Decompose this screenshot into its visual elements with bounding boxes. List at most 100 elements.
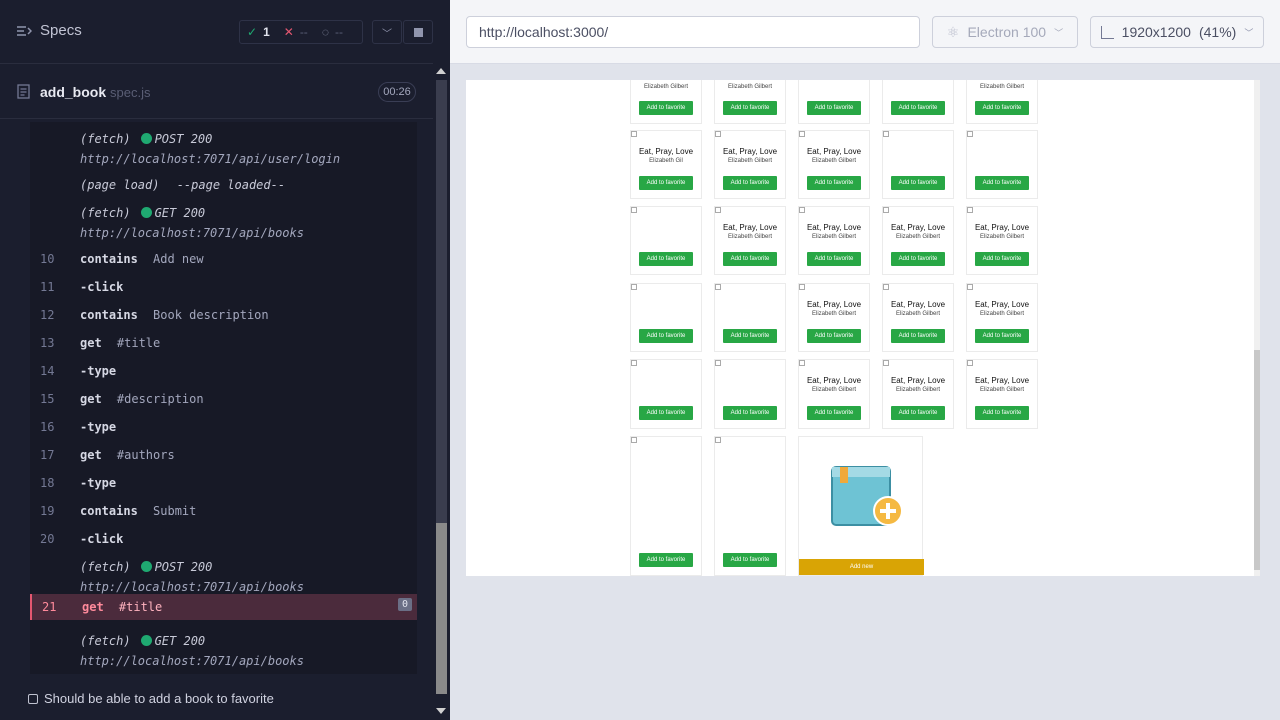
add-to-favorite-button[interactable]: Add to favorite [639,329,693,343]
command-row-active[interactable]: 21 get #title 0 [30,594,417,620]
add-to-favorite-button[interactable]: Add to favorite [639,101,693,115]
add-new-card: Add new [798,436,924,576]
add-to-favorite-button[interactable]: Add to favorite [723,329,777,343]
book-title: Eat, Pray, Love [806,223,862,232]
add-to-favorite-button[interactable]: Add to favorite [807,252,861,266]
add-to-favorite-button[interactable]: Add to favorite [891,101,945,115]
browser-selector[interactable]: ⚛ Electron 100 ﹀ [932,16,1078,48]
add-to-favorite-button[interactable]: Add to favorite [723,252,777,266]
add-to-favorite-button[interactable]: Add to favorite [807,176,861,190]
fetch-log-entry[interactable]: (fetch) POST 200 http://localhost:7071/api… [80,560,304,594]
add-to-favorite-button[interactable]: Add to favorite [891,252,945,266]
book-card: Eat, Pray, Love Elizabeth Gilbert Add to f… [966,206,1038,275]
add-to-favorite-button[interactable]: Add to favorite [975,101,1029,115]
add-to-favorite-button[interactable]: Add to favorite [639,553,693,567]
add-to-favorite-button[interactable]: Add to favorite [723,176,777,190]
command-row[interactable]: 14 -type [30,364,417,380]
add-to-favorite-button[interactable]: Add to favorite [891,176,945,190]
app-scrollbar-thumb[interactable] [1254,350,1260,570]
viewport-selector[interactable]: 1920x1200 (41%) ﹀ [1090,16,1264,48]
scroll-down-icon[interactable] [436,708,446,714]
command-row[interactable]: 20 -click [30,532,417,548]
command-row[interactable]: 19 contains Submit [30,504,417,520]
add-to-favorite-button[interactable]: Add to favorite [807,101,861,115]
book-card: Add to favorite [798,80,870,124]
add-to-favorite-button[interactable]: Add to favorite [807,406,861,420]
command-name: -type [80,420,117,434]
add-to-favorite-button[interactable]: Add to favorite [891,406,945,420]
add-to-favorite-button[interactable]: Add to favorite [723,553,777,567]
command-name: get #title [80,336,161,350]
command-row[interactable]: 12 contains Book description [30,308,417,324]
test-title[interactable]: Should be able to add a book to favorite [28,691,274,706]
add-to-favorite-button[interactable]: Add to favorite [723,101,777,115]
fetch-log-entry[interactable]: (fetch) GET 200 http://localhost:7071/api/… [80,634,304,668]
command-message: Book description [145,308,269,322]
add-to-favorite-button[interactable]: Add to favorite [891,329,945,343]
book-author: Elizabeth Gilbert [727,84,773,90]
test-title-label: Should be able to add a book to favorite [44,691,274,706]
add-to-favorite-button[interactable]: Add to favorite [807,329,861,343]
broken-image-icon [883,131,889,137]
browser-label: Electron 100 [967,24,1047,40]
chevron-down-icon: ﹀ [1244,27,1254,38]
book-author: Elizabeth Gilbert [979,84,1025,90]
book-author: Elizabeth Gilbert [727,234,773,240]
scrollbar-thumb[interactable] [436,523,447,694]
command-row[interactable]: 16 -type [30,420,417,436]
command-message: #title [109,336,161,350]
stop-button[interactable] [403,20,433,44]
expand-button[interactable]: ﹀ [372,20,402,44]
command-row[interactable]: 13 get #title [30,336,417,352]
app-scrollbar[interactable] [1254,80,1260,576]
status-dot-icon [140,635,152,646]
book-card: Add to favorite [882,130,954,199]
add-new-button[interactable]: Add new [799,559,924,575]
fetch-status: GET 200 [154,634,206,648]
book-author: Elizabeth Gilbert [811,387,857,393]
broken-image-icon [631,284,637,290]
book-author: Elizabeth Gilbert [727,158,773,164]
spec-file: spec.js [110,85,151,100]
specs-button[interactable]: Specs [16,22,82,39]
add-to-favorite-button[interactable]: Add to favorite [975,406,1029,420]
fetch-label: (fetch) [80,206,131,220]
fetch-log-entry[interactable]: (fetch) GET 200 http://localhost:7071/api/… [80,206,304,240]
command-row[interactable]: 10 contains Add new [30,252,417,268]
url-bar[interactable]: http://localhost:3000/ [466,16,920,48]
command-name: -type [80,476,117,490]
add-to-favorite-button[interactable]: Add to favorite [639,252,693,266]
book-card: Add to favorite [630,283,702,352]
add-to-favorite-button[interactable]: Add to favorite [975,329,1029,343]
fetch-status: GET 200 [154,206,206,220]
broken-image-icon [631,207,637,213]
command-name: contains Book description [80,308,269,322]
failed-stat: ✕ -- [277,21,315,43]
book-card: Eat, Pray, Love Elizabeth Gilbert Add to f… [882,206,954,275]
command-name: get #title [82,600,163,614]
book-card: Add to favorite [714,283,786,352]
fetch-url: http://localhost:7071/api/books [80,654,304,668]
add-to-favorite-button[interactable]: Add to favorite [639,176,693,190]
broken-image-icon [883,284,889,290]
book-card: Eat, Pray, Love Elizabeth Gilbert Add to f… [966,359,1038,429]
command-row[interactable]: 18 -type [30,476,417,492]
book-card: Eat, Pray, Love Elizabeth Gilbert Add to f… [966,283,1038,352]
add-to-favorite-button[interactable]: Add to favorite [975,252,1029,266]
book-card: Add to favorite [630,359,702,429]
command-row[interactable]: 15 get #description [30,392,417,408]
stats-bar: ✓ 1 ✕ -- ◌ -- [239,20,363,44]
scroll-up-icon[interactable] [436,68,446,74]
book-author: Elizabeth Gilbert [643,84,689,90]
app-iframe: Add new Elizabeth Gilbert Add to favorite… [466,80,1260,576]
command-row[interactable]: 11 -click [30,280,417,296]
add-to-favorite-button[interactable]: Add to favorite [723,406,777,420]
add-to-favorite-button[interactable]: Add to favorite [639,406,693,420]
page-load-log-entry[interactable]: (page load) --page loaded-- [80,178,285,192]
fetch-url: http://localhost:7071/api/user/login [80,152,341,166]
book-card: Elizabeth Gilbert Add to favorite [966,80,1038,124]
add-to-favorite-button[interactable]: Add to favorite [975,176,1029,190]
command-row[interactable]: 17 get #authors [30,448,417,464]
fetch-log-entry[interactable]: (fetch) POST 200 http://localhost:7071/api… [80,132,340,166]
book-author: Elizabeth Gilbert [811,234,857,240]
